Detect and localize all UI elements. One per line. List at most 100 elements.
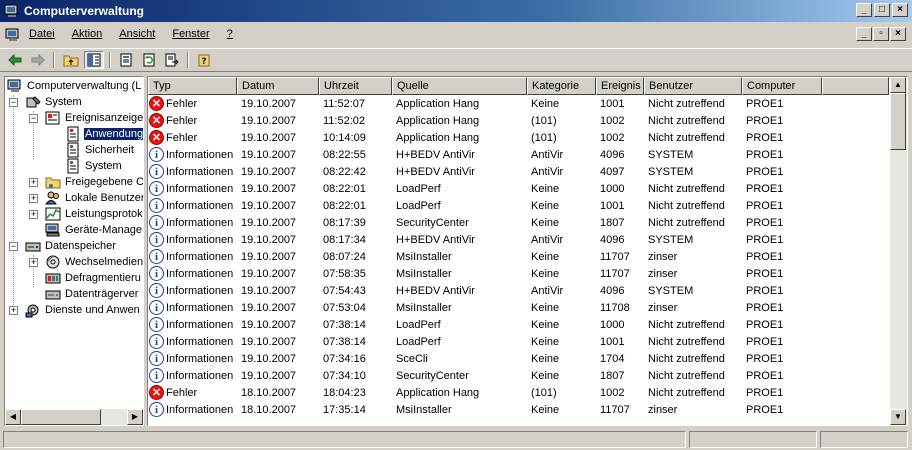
cell-text: 19.10.2007	[241, 148, 297, 161]
event-row[interactable]: ✕ Fehler 19.10.2007 10:14:09 Application Han…	[148, 129, 890, 146]
column-header-quelle[interactable]: Quelle	[392, 77, 527, 95]
column-header-uhrzeit[interactable]: Uhrzeit	[319, 77, 392, 95]
tree-expander-lokale-benutzer[interactable]: +	[29, 194, 38, 203]
column-header-ereignis[interactable]: Ereignis	[596, 77, 644, 95]
tree-expander-datenspeicher[interactable]: −	[9, 242, 18, 251]
cell-benutzer: Nicht zutreffend	[644, 370, 742, 382]
list-scroll-thumb[interactable]	[890, 93, 906, 150]
cell-quelle: SecurityCenter	[392, 217, 527, 229]
event-row[interactable]: i Informationen 19.10.2007 07:34:16 SceCli Ke…	[148, 350, 890, 367]
column-header-datum[interactable]: Datum	[237, 77, 319, 95]
cell-uhrzeit: 08:17:34	[319, 234, 392, 246]
column-header-computer[interactable]: Computer	[742, 77, 822, 95]
cell-text: Fehler	[166, 386, 198, 399]
forward-button[interactable]	[28, 51, 48, 69]
tree-item-system[interactable]: System	[25, 94, 83, 110]
tree-item-datenspeicher[interactable]: Datenspeicher	[25, 238, 117, 254]
tree-expander-freigegebene[interactable]: +	[29, 178, 38, 187]
tree-expander-ereignisanzeige[interactable]: −	[29, 114, 38, 123]
refresh-icon	[143, 53, 155, 67]
show-tree-button[interactable]	[84, 51, 104, 69]
cell-benutzer: SYSTEM	[644, 149, 742, 161]
tree-item-label: Leistungsprotok	[65, 208, 143, 220]
maximize-button[interactable]: □	[874, 3, 890, 17]
log-icon	[67, 158, 79, 174]
console-icon[interactable]	[5, 27, 21, 43]
tree-scroll-thumb[interactable]	[21, 409, 101, 425]
help-button[interactable]: ?	[194, 51, 214, 69]
menu-ansicht[interactable]: Ansicht	[118, 28, 156, 40]
cell-typ: i Informationen	[148, 368, 237, 383]
tree-item-wechselmedien[interactable]: Wechselmedien	[45, 254, 143, 270]
up-level-button[interactable]	[61, 51, 81, 69]
event-row[interactable]: ✕ Fehler 19.10.2007 11:52:02 Application Han…	[148, 112, 890, 129]
scroll-left-button[interactable]: ◀	[5, 409, 21, 425]
child-minimize-button[interactable]: _	[856, 27, 872, 41]
tree-expander-leistung[interactable]: +	[29, 210, 38, 219]
cell-text: 07:38:14	[323, 335, 366, 348]
info-icon: i	[149, 249, 164, 264]
event-row[interactable]: i Informationen 19.10.2007 07:38:14 LoadPerf…	[148, 316, 890, 333]
export-button[interactable]	[162, 51, 182, 69]
child-close-button[interactable]: ×	[890, 27, 906, 41]
event-row[interactable]: i Informationen 19.10.2007 07:38:14 LoadPerf…	[148, 333, 890, 350]
event-row[interactable]: ✕ Fehler 19.10.2007 11:52:07 Application Han…	[148, 95, 890, 112]
column-header-benutzer[interactable]: Benutzer	[644, 77, 742, 95]
child-restore-button[interactable]: ▫	[873, 27, 889, 41]
tree-item-system-log[interactable]: System	[65, 158, 123, 174]
tree-item-anwendung[interactable]: Anwendung	[65, 126, 143, 142]
event-row[interactable]: ✕ Fehler 18.10.2007 18:04:23 Application Han…	[148, 384, 890, 401]
event-row[interactable]: i Informationen 19.10.2007 08:22:42 H+BEDV A…	[148, 163, 890, 180]
event-row[interactable]: i Informationen 19.10.2007 08:07:24 MsiInsta…	[148, 248, 890, 265]
event-row[interactable]: i Informationen 19.10.2007 08:22:01 LoadPerf…	[148, 180, 890, 197]
event-row[interactable]: i Informationen 19.10.2007 07:54:43 H+BEDV A…	[148, 282, 890, 299]
properties-button[interactable]	[116, 51, 136, 69]
event-row[interactable]: i Informationen 19.10.2007 08:17:34 H+BEDV A…	[148, 231, 890, 248]
tree-item-lokale-benutzer[interactable]: Lokale Benutzer	[45, 190, 143, 206]
menu-aktion[interactable]: Aktion	[71, 28, 104, 40]
back-button[interactable]	[5, 51, 25, 69]
event-row[interactable]: i Informationen 19.10.2007 07:34:10 Security…	[148, 367, 890, 384]
menu-help[interactable]: ?	[226, 28, 234, 40]
event-row[interactable]: i Informationen 19.10.2007 07:53:04 MsiInsta…	[148, 299, 890, 316]
minimize-button[interactable]: _	[856, 3, 872, 17]
menu-fenster[interactable]: Fenster	[171, 28, 210, 40]
event-row[interactable]: i Informationen 19.10.2007 07:58:35 MsiInsta…	[148, 265, 890, 282]
tree-item-geraete-manager[interactable]: Geräte-Manage	[45, 222, 143, 238]
event-row[interactable]: i Informationen 19.10.2007 08:22:01 LoadPerf…	[148, 197, 890, 214]
tree-expander-dienste[interactable]: +	[9, 306, 18, 315]
column-header-kategorie[interactable]: Kategorie	[527, 77, 596, 95]
scroll-up-button[interactable]: ▲	[890, 77, 906, 93]
cell-text: Keine	[531, 318, 560, 331]
cell-text: 08:17:34	[323, 233, 366, 246]
event-row[interactable]: i Informationen 18.10.2007 17:35:14 MsiInsta…	[148, 401, 890, 418]
tree-item-datentraegerverwaltung[interactable]: Datenträgerver	[45, 286, 139, 302]
tree-expander-system[interactable]: −	[9, 98, 18, 107]
list-vertical-scrollbar[interactable]: ▲ ▼	[890, 77, 907, 425]
tree-item-freigegebene-ordner[interactable]: Freigegebene C	[45, 174, 143, 190]
column-header-typ[interactable]: Typ	[148, 77, 237, 95]
scroll-right-button[interactable]: ▶	[127, 409, 143, 425]
tree-horizontal-scrollbar[interactable]: ◀ ▶	[5, 409, 143, 425]
scroll-down-button[interactable]: ▼	[890, 409, 906, 425]
tree-expander-wechselmedien[interactable]: +	[29, 258, 38, 267]
close-button[interactable]: ×	[892, 3, 908, 17]
cell-text: 19.10.2007	[241, 216, 297, 229]
cell-text: 18.10.2007	[241, 403, 297, 416]
event-row[interactable]: i Informationen 19.10.2007 08:17:39 Security…	[148, 214, 890, 231]
cell-text: PROE1	[746, 335, 784, 348]
tree-item-label: Computerverwaltung (L	[27, 80, 142, 92]
tree-item-leistungsprotokolle[interactable]: Leistungsprotok	[45, 206, 143, 222]
tree-item-defragmentierung[interactable]: Defragmentieru	[45, 270, 142, 286]
tree-item-computerverwaltung[interactable]: Computerverwaltung (L	[7, 78, 142, 94]
refresh-button[interactable]	[139, 51, 159, 69]
cell-text: 19.10.2007	[241, 284, 297, 297]
tree-item-dienste[interactable]: Dienste und Anwen	[25, 302, 141, 318]
disk-management-icon	[45, 290, 61, 300]
cell-kategorie: Keine	[527, 183, 596, 195]
cell-quelle: SceCli	[392, 353, 527, 365]
tree-item-ereignisanzeige[interactable]: Ereignisanzeige	[45, 110, 143, 126]
tree-item-sicherheit[interactable]: Sicherheit	[65, 142, 135, 158]
event-row[interactable]: i Informationen 19.10.2007 08:22:55 H+BEDV A…	[148, 146, 890, 163]
menu-datei[interactable]: Datei	[28, 28, 56, 40]
